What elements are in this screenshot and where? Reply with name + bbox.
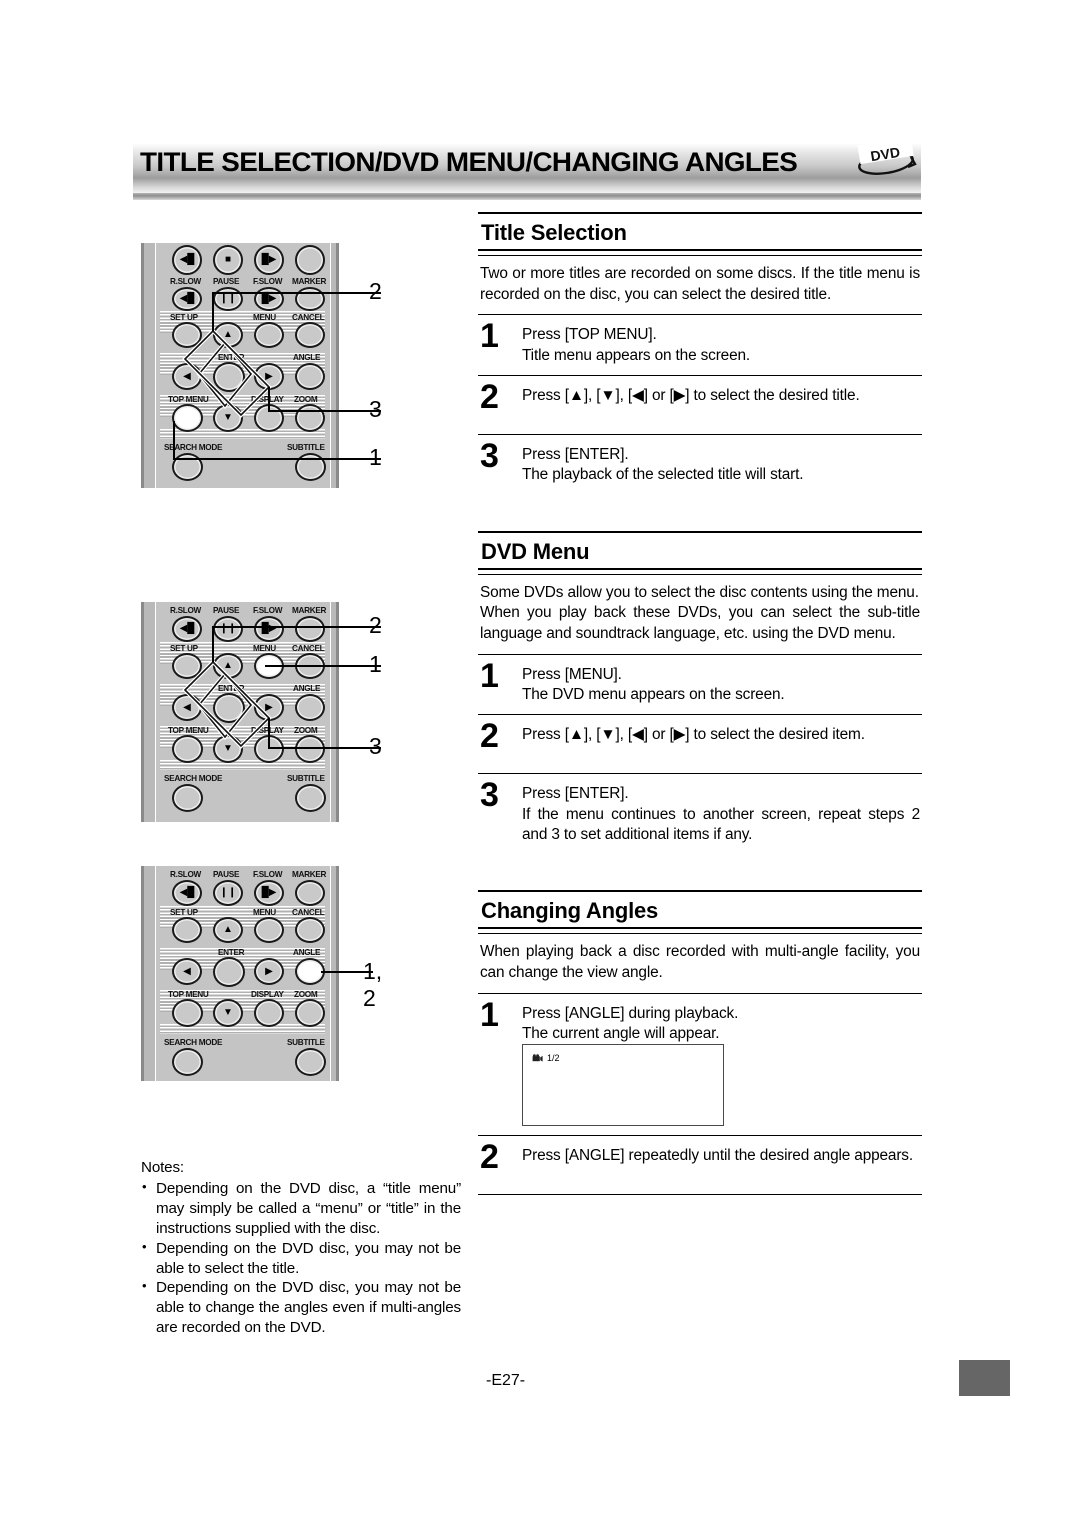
callout-number: 3 bbox=[369, 733, 382, 759]
section-intro: Some DVDs allow you to select the disc c… bbox=[478, 575, 922, 654]
callout-leader-2 bbox=[212, 292, 381, 331]
notes-list: Depending on the DVD disc, a “title menu… bbox=[141, 1178, 461, 1338]
callout-number: 2 bbox=[369, 612, 382, 638]
step-number: 2 bbox=[480, 378, 499, 417]
step-item: 2 Press [ANGLE] repeatedly until the des… bbox=[478, 1136, 922, 1194]
section-rule bbox=[478, 927, 922, 935]
step-line: If the menu continues to another screen,… bbox=[522, 805, 920, 844]
figure-changing-angles: R.SLOW PAUSE F.SLOW MARKER ◀█ ❙❙ █▶ SET … bbox=[141, 866, 401, 1081]
header-underline bbox=[133, 193, 921, 200]
step-item: 2 Press [▲], [▼], [◀] or [▶] to select t… bbox=[478, 376, 922, 434]
callout-number: 1 bbox=[369, 444, 382, 470]
figure-callout-overlay bbox=[321, 971, 373, 973]
callout-number: 1, 2 bbox=[363, 958, 383, 1011]
dvd-disc-logo-icon: DVD bbox=[857, 141, 917, 175]
step-text: Press [MENU]. The DVD menu appears on th… bbox=[522, 658, 920, 706]
step-line: Title menu appears on the screen. bbox=[522, 346, 751, 364]
step-number: 2 bbox=[480, 1138, 499, 1177]
step-item: 3 Press [ENTER]. The playback of the sel… bbox=[478, 435, 922, 495]
figure-dvd-menu: R.SLOW PAUSE F.SLOW MARKER ◀█ ❙❙ █▶ SET … bbox=[141, 602, 401, 822]
step-number: 1 bbox=[480, 995, 499, 1034]
note-item: Depending on the DVD disc, a “title menu… bbox=[141, 1178, 461, 1239]
step-item: 1 Press [TOP MENU]. Title menu appears o… bbox=[478, 315, 922, 375]
cursor-pad-band-white bbox=[182, 328, 272, 418]
step-line: Press [ENTER]. bbox=[522, 785, 629, 803]
section-rule bbox=[478, 249, 922, 257]
step-line: Press [▲], [▼], [◀] or [▶] to select the… bbox=[522, 726, 865, 744]
step-text: Press [ENTER]. If the menu continues to … bbox=[522, 777, 920, 845]
figure-callout-overlay bbox=[182, 626, 381, 749]
step-item: 3 Press [ENTER]. If the menu continues t… bbox=[478, 774, 922, 854]
step-text: Press [ENTER]. The playback of the selec… bbox=[522, 438, 920, 486]
page-number: -E27- bbox=[486, 1372, 526, 1389]
section-intro: Two or more titles are recorded on some … bbox=[478, 256, 922, 314]
section-changing-angles: Changing Angles When playing back a disc… bbox=[478, 890, 922, 1196]
section-heading: Changing Angles bbox=[481, 898, 659, 924]
step-item: 1 Press [MENU]. The DVD menu appears on … bbox=[478, 655, 922, 715]
step-item: 2 Press [▲], [▼], [◀] or [▶] to select t… bbox=[478, 715, 922, 773]
cursor-pad-band-white bbox=[182, 659, 272, 749]
step-line: Press [ANGLE] during playback. bbox=[522, 1004, 739, 1022]
note-item: Depending on the DVD disc, you may not b… bbox=[141, 1277, 461, 1338]
edge-tab-marker bbox=[959, 1360, 1010, 1396]
section-rule bbox=[478, 567, 922, 575]
step-number: 1 bbox=[480, 317, 499, 356]
step-line: The DVD menu appears on the screen. bbox=[522, 686, 785, 704]
step-line: The current angle will appear. bbox=[522, 1025, 720, 1043]
step-line: The playback of the selected title will … bbox=[522, 466, 804, 484]
step-text: Press [ANGLE] during playback. The curre… bbox=[522, 997, 920, 1127]
camera-angle-icon bbox=[532, 1054, 543, 1062]
step-number: 3 bbox=[480, 437, 499, 476]
step-line: Press [MENU]. bbox=[522, 665, 622, 683]
notes-block: Notes: Depending on the DVD disc, a “tit… bbox=[141, 1158, 461, 1338]
step-text: Press [▲], [▼], [◀] or [▶] to select the… bbox=[522, 718, 920, 745]
figure-title-selection: ◀█ ■ █▶ R.SLOW PAUSE F.SLOW MARKER ◀█ ❙❙… bbox=[141, 243, 401, 488]
section-heading: Title Selection bbox=[481, 220, 627, 245]
page-title: TITLE SELECTION/DVD MENU/CHANGING ANGLES bbox=[140, 147, 798, 177]
callout-leader-3 bbox=[268, 718, 381, 749]
intro-paragraph: Some DVDs allow you to select the disc c… bbox=[480, 583, 919, 601]
step-text: Press [TOP MENU]. Title menu appears on … bbox=[522, 318, 920, 366]
step-number: 3 bbox=[480, 776, 499, 815]
step-number: 1 bbox=[480, 656, 499, 695]
callout-number: 1 bbox=[369, 651, 382, 677]
callout-leader-1 bbox=[173, 421, 381, 460]
step-line: Press [ANGLE] repeatedly until the desir… bbox=[522, 1147, 913, 1165]
angle-osd-box: 1/2 bbox=[522, 1044, 724, 1127]
step-line: Press [TOP MENU]. bbox=[522, 326, 657, 344]
callout-number: 2 bbox=[369, 278, 382, 304]
section-title-selection: Title Selection Two or more titles are r… bbox=[478, 212, 922, 495]
step-text: Press [▲], [▼], [◀] or [▶] to select the… bbox=[522, 379, 920, 406]
instructions-column: Title Selection Two or more titles are r… bbox=[478, 212, 922, 1196]
step-item: 1 Press [ANGLE] during playback. The cur… bbox=[478, 994, 922, 1136]
intro-paragraph: When playing back a disc recorded with m… bbox=[480, 943, 920, 982]
step-divider bbox=[478, 1194, 922, 1196]
step-line: Press [▲], [▼], [◀] or [▶] to select the… bbox=[522, 387, 860, 405]
notes-label: Notes: bbox=[141, 1159, 184, 1176]
callout-leader-2 bbox=[212, 626, 381, 662]
intro-paragraph: Two or more titles are recorded on some … bbox=[480, 265, 920, 303]
svg-text:DVD: DVD bbox=[869, 144, 901, 164]
note-item: Depending on the DVD disc, you may not b… bbox=[141, 1238, 461, 1279]
section-intro: When playing back a disc recorded with m… bbox=[478, 934, 922, 992]
callout-number: 3 bbox=[369, 396, 382, 422]
angle-osd-content: 1/2 bbox=[532, 1053, 560, 1065]
section-dvd-menu: DVD Menu Some DVDs allow you to select t… bbox=[478, 530, 922, 855]
step-line: Press [ENTER]. bbox=[522, 446, 629, 464]
figure-callout-overlay bbox=[173, 292, 381, 460]
angle-osd-value: 1/2 bbox=[547, 1053, 560, 1064]
step-number: 2 bbox=[480, 717, 499, 756]
callout-leader-3 bbox=[268, 387, 381, 412]
step-text: Press [ANGLE] repeatedly until the desir… bbox=[522, 1139, 920, 1166]
section-heading: DVD Menu bbox=[481, 538, 590, 564]
intro-paragraph: When you play back these DVDs, you can s… bbox=[480, 604, 920, 643]
